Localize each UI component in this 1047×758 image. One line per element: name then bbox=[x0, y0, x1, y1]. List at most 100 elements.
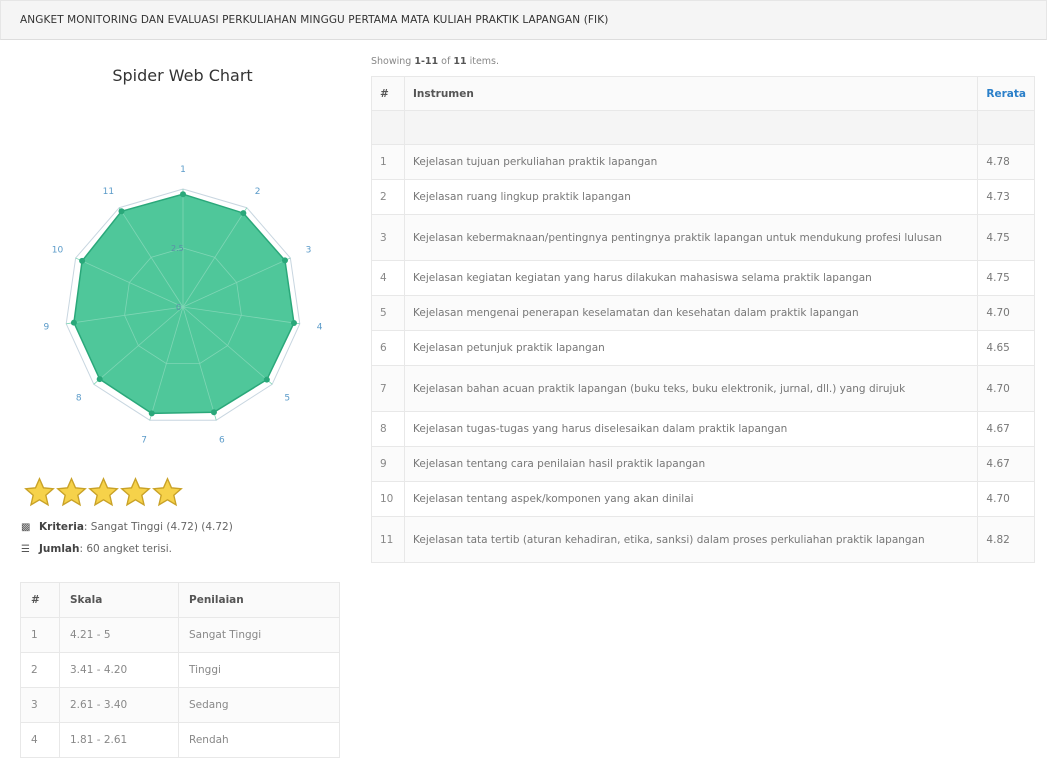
table-cell: 4.67 bbox=[977, 446, 1035, 482]
scale-row: 3 2.61 - 3.40 Sedang bbox=[20, 687, 340, 723]
table-cell: 6 bbox=[371, 330, 405, 366]
filter-cell[interactable] bbox=[977, 110, 1035, 145]
data-point bbox=[79, 257, 86, 264]
table-cell: 7 bbox=[371, 365, 405, 412]
kriteria-label: Kriteria bbox=[39, 521, 84, 533]
table-row: 10 Kejelasan tentang aspek/komponen yang … bbox=[371, 481, 1035, 517]
table-cell: 4.75 bbox=[977, 214, 1035, 261]
axis-label: 6 bbox=[219, 435, 225, 445]
table-row: 7 Kejelasan bahan acuan praktik lapangan … bbox=[371, 365, 1035, 412]
scale-label: 0 bbox=[176, 303, 181, 312]
instrument-panel: Showing 1-11 of 11 items. # Instrumen Re… bbox=[371, 56, 1047, 563]
table-cell: 9 bbox=[371, 446, 405, 482]
table-cell: 4 bbox=[371, 260, 405, 296]
table-cell: Kejelasan tentang cara penilaian hasil p… bbox=[403, 446, 979, 482]
table-cell: 4.70 bbox=[977, 365, 1035, 412]
column-header: Instrumen bbox=[403, 76, 979, 111]
table-cell: 4.75 bbox=[977, 260, 1035, 296]
star-icon bbox=[55, 477, 87, 513]
scale-label: 2.5 bbox=[171, 244, 184, 253]
data-point bbox=[290, 319, 297, 326]
table-cell: 4.21 - 5 bbox=[59, 617, 179, 653]
scale-table-header: # Skala Penilaian bbox=[20, 582, 340, 618]
table-row: 6 Kejelasan petunjuk praktik lapangan 4.65 bbox=[371, 330, 1035, 366]
table-row: 1 Kejelasan tujuan perkuliahan praktik la… bbox=[371, 144, 1035, 180]
column-header: # bbox=[371, 76, 405, 111]
data-point bbox=[148, 410, 155, 417]
table-cell: Rendah bbox=[178, 722, 340, 758]
table-cell: Kejelasan kegiatan kegiatan yang harus d… bbox=[403, 260, 979, 296]
table-cell: 4.70 bbox=[977, 481, 1035, 517]
page-header: ANGKET MONITORING DAN EVALUASI PERKULIAH… bbox=[0, 0, 1047, 40]
data-area bbox=[73, 193, 295, 415]
star-icon bbox=[87, 477, 119, 513]
column-header: # bbox=[20, 582, 60, 618]
table-cell: Kejelasan tata tertib (aturan kehadiran,… bbox=[403, 516, 979, 563]
table-cell: 4 bbox=[20, 722, 60, 758]
sort-rerata-link[interactable]: Rerata bbox=[977, 76, 1035, 111]
filter-cell bbox=[371, 110, 405, 145]
axis-label: 9 bbox=[44, 323, 50, 333]
table-cell: 2 bbox=[371, 179, 405, 215]
scale-row: 2 3.41 - 4.20 Tinggi bbox=[20, 652, 340, 688]
table-cell: Sedang bbox=[178, 687, 340, 723]
table-cell: 1 bbox=[371, 144, 405, 180]
table-cell: 3 bbox=[20, 687, 60, 723]
axis-label: 1 bbox=[180, 165, 186, 175]
table-cell: Kejelasan kebermaknaan/pentingnya pentin… bbox=[403, 214, 979, 261]
axis-label: 2 bbox=[255, 187, 261, 197]
table-cell: Kejelasan tujuan perkuliahan praktik lap… bbox=[403, 144, 979, 180]
scale-table: # Skala Penilaian 1 4.21 - 5 Sangat Tinggi… bbox=[20, 582, 340, 758]
data-point bbox=[210, 409, 217, 416]
table-cell: 4.73 bbox=[977, 179, 1035, 215]
axis-label: 10 bbox=[52, 246, 64, 256]
axis-label: 4 bbox=[317, 323, 323, 333]
table-row: 3 Kejelasan kebermaknaan/pentingnya penti… bbox=[371, 214, 1035, 261]
table-row: 9 Kejelasan tentang cara penilaian hasil … bbox=[371, 446, 1035, 482]
data-point bbox=[180, 191, 186, 198]
table-row: 8 Kejelasan tugas-tugas yang harus disele… bbox=[371, 411, 1035, 447]
table-cell: 1.81 - 2.61 bbox=[59, 722, 179, 758]
instrument-table-header: # Instrumen Rerata bbox=[371, 76, 1035, 111]
table-cell: 3 bbox=[371, 214, 405, 261]
table-cell: 5 bbox=[371, 295, 405, 331]
filter-cell[interactable] bbox=[403, 110, 979, 145]
table-cell: 4.65 bbox=[977, 330, 1035, 366]
kriteria-value: : Sangat Tinggi (4.72) (4.72) bbox=[83, 521, 233, 533]
jumlah-value: : 60 angket terisi. bbox=[79, 543, 172, 555]
table-cell: Tinggi bbox=[178, 652, 340, 688]
table-cell: 1 bbox=[20, 617, 60, 653]
table-cell: Sangat Tinggi bbox=[178, 617, 340, 653]
spider-web-chart: 1 2 3 4 5 6 7 8 9 10 11 2.5 0 bbox=[44, 165, 323, 445]
page-title: ANGKET MONITORING DAN EVALUASI PERKULIAH… bbox=[20, 14, 609, 26]
axis-label: 8 bbox=[76, 393, 82, 403]
left-panel: Spider Web Chart 1 2 3 4 5 6 7 8 9 10 11 2.5 0 ▩ Krit… bbox=[0, 40, 365, 758]
star-icon bbox=[23, 477, 55, 513]
summary-total: 11 bbox=[453, 56, 467, 67]
star-icon bbox=[119, 477, 151, 513]
book-icon: ▩ bbox=[21, 522, 31, 533]
instrument-table: # Instrumen Rerata 1 Kejelasan tujuan per… bbox=[371, 76, 1035, 563]
summary-mid: of bbox=[438, 56, 454, 67]
table-cell: 2 bbox=[20, 652, 60, 688]
summary-prefix: Showing bbox=[371, 56, 415, 67]
kriteria-line: ▩ Kriteria: Sangat Tinggi (4.72) (4.72) bbox=[21, 521, 233, 533]
table-row: 5 Kejelasan mengenai penerapan keselamata… bbox=[371, 295, 1035, 331]
table-cell: 3.41 - 4.20 bbox=[59, 652, 179, 688]
axis-label: 11 bbox=[103, 187, 114, 197]
scale-row: 4 1.81 - 2.61 Rendah bbox=[20, 722, 340, 758]
table-row: 4 Kejelasan kegiatan kegiatan yang harus … bbox=[371, 260, 1035, 296]
table-cell: 4.82 bbox=[977, 516, 1035, 563]
column-header: Skala bbox=[59, 582, 179, 618]
table-cell: 8 bbox=[371, 411, 405, 447]
table-cell: 4.70 bbox=[977, 295, 1035, 331]
data-point bbox=[281, 257, 288, 264]
summary-range: 1-11 bbox=[414, 56, 439, 67]
data-point bbox=[118, 208, 125, 215]
table-cell: 11 bbox=[371, 516, 405, 563]
table-cell: Kejelasan tentang aspek/komponen yang ak… bbox=[403, 481, 979, 517]
axis-label: 5 bbox=[284, 393, 290, 403]
table-row: 2 Kejelasan ruang lingkup praktik lapanga… bbox=[371, 179, 1035, 215]
data-point bbox=[240, 210, 247, 217]
table-cell: 10 bbox=[371, 481, 405, 517]
